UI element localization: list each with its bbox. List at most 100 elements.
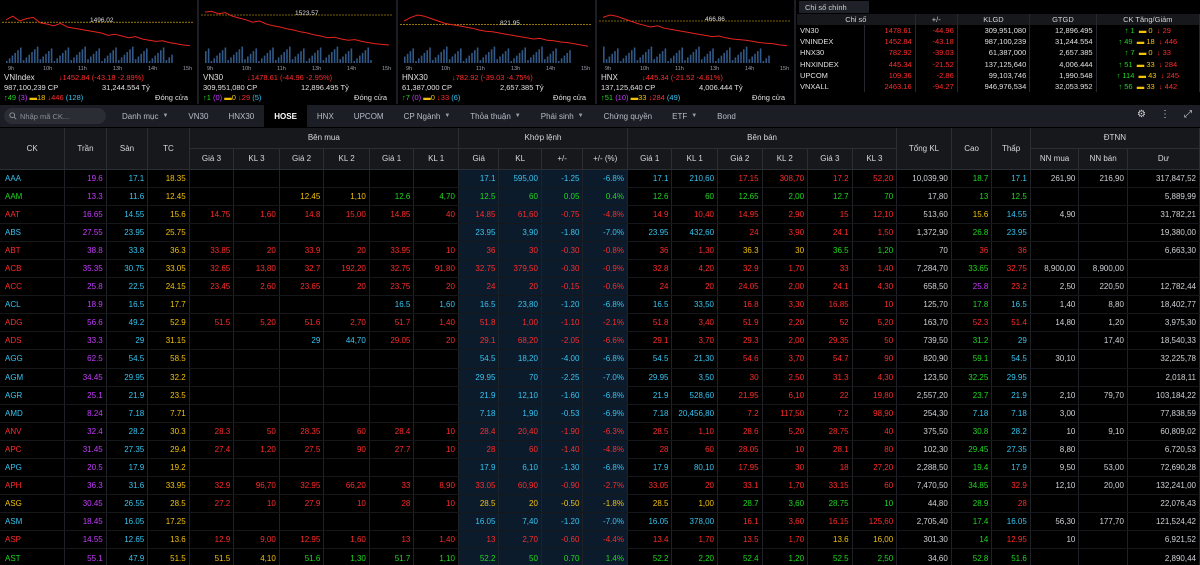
col-total-volume[interactable]: Tổng KL [896, 128, 952, 170]
table-row[interactable]: APC 31.45 27.35 29.4 27.4 1,20 27.5 90 27.7 10 28 6… [0, 440, 1200, 460]
table-row[interactable]: ASP 14.55 12.65 13.6 12.9 9,00 12.95 1,60 13 1,40… [0, 530, 1200, 550]
table-row[interactable]: ASG 30.45 26.55 28.5 27.2 10 27.9 10 28 10 28.5 20-… [0, 494, 1200, 514]
tab-bond[interactable]: Bond [707, 105, 746, 127]
tab-upcom[interactable]: UPCOM [344, 105, 394, 127]
stock-symbol[interactable]: APC [0, 440, 66, 460]
stock-symbol[interactable]: APH [0, 476, 66, 496]
sub-col-header[interactable]: Giá 3 [807, 148, 853, 170]
table-row[interactable]: ANV 32.4 28.2 30.3 28.3 50 28.35 60 28.4 10 28.4 20… [0, 422, 1200, 441]
more-options-icon[interactable]: ⋮ [1160, 109, 1170, 120]
tab-thỏa-thuận[interactable]: Thỏa thuận ▼ [460, 105, 530, 127]
sub-col-header[interactable]: NN mua [1030, 148, 1080, 170]
tab-hnx[interactable]: HNX [307, 105, 344, 127]
stock-symbol[interactable]: ASM [0, 512, 66, 532]
col-low[interactable]: Thấp [991, 128, 1031, 170]
table-row[interactable]: ASM 18.45 16.05 17.25 16.05 7,40 -1.20 -7.0% 16.… [0, 512, 1200, 532]
table-row[interactable]: AMD 8.24 7.18 7.71 7.18 1,90 -0.53 -6.9% 7.18 20,… [0, 404, 1200, 423]
index-row[interactable]: HNXINDEX 445.34 -21.52 137,125,640 4,006.444… [797, 58, 1200, 70]
stock-symbol[interactable]: ADS [0, 331, 66, 351]
index-chart-card[interactable]: 9h 10h 11h 13h 14h 15h 821.95 HNX30 ↓782.92 (-3… [398, 0, 597, 104]
stock-symbol[interactable]: AGG [0, 349, 66, 369]
sub-col-header[interactable]: +/- [541, 148, 584, 170]
table-row[interactable]: ABS 27.55 23.95 25.75 23.95 3,90 -1.80 -7.0% 23.… [0, 223, 1200, 242]
sub-col-header[interactable]: KL 1 [413, 148, 459, 170]
sub-col-header[interactable]: Giá 3 [189, 148, 235, 170]
table-row[interactable]: APG 20.5 17.9 19.2 17.9 6,10 -1.30 -6.8% 17.9 80,… [0, 458, 1200, 478]
stock-symbol[interactable]: ABT [0, 241, 66, 260]
sub-col-header[interactable]: +/- (%) [582, 148, 628, 170]
table-row[interactable]: ACB 35.35 30.75 33.05 32.65 13,80 32.7 192,20 32… [0, 259, 1200, 279]
tab-chứng-quyền[interactable]: Chứng quyền [594, 105, 663, 127]
table-row[interactable]: AAM 13.3 11.6 12.45 12.45 1,10 12.6 4,70 12.5 60 0… [0, 187, 1200, 206]
sub-col-header[interactable]: KL 1 [671, 148, 719, 170]
table-row[interactable]: AAA 19.6 17.1 18.35 17.1 595,00 -1.25 -6.8% 17.1… [0, 169, 1200, 188]
stock-symbol[interactable]: ASG [0, 494, 66, 514]
sub-col-header[interactable]: KL 2 [323, 148, 370, 170]
index-row[interactable]: VN30 1478.61 -44.96 309,951,080 12,896.495 ↑ … [797, 25, 1200, 37]
index-chart-card[interactable]: 9h 10h 11h 13h 14h 15h 1523.57 VN30 ↓1478.61 (-… [199, 0, 398, 104]
table-row[interactable]: AGR 25.1 21.9 23.5 21.9 12,10 -1.60 -6.8% 21.9 52… [0, 386, 1200, 405]
sub-col-header[interactable]: Giá 2 [279, 148, 325, 170]
stock-symbol[interactable]: AAM [0, 187, 66, 206]
index-row[interactable]: VNXALL 2463.16 -94.27 946,976,534 32,053.952… [797, 80, 1200, 93]
settings-icon[interactable]: ⚙ [1137, 109, 1146, 120]
sub-col-header[interactable]: Giá 1 [369, 148, 415, 170]
col-high[interactable]: Cao [951, 128, 993, 170]
sub-col-header[interactable]: Giá 2 [717, 148, 763, 170]
sub-col-header[interactable]: Dư [1127, 148, 1200, 170]
stock-symbol[interactable]: ASP [0, 530, 66, 550]
sub-col-header[interactable]: Giá 1 [627, 148, 673, 170]
stock-symbol[interactable]: ACC [0, 277, 66, 297]
sub-col-header[interactable]: KL 2 [762, 148, 809, 170]
col-ck[interactable]: CK [0, 128, 66, 170]
board-cell: 3,70 [762, 349, 809, 369]
table-row[interactable]: AST 55.1 47.9 51.5 51.5 4,10 51.6 1,30 51.7 1,10 5… [0, 548, 1200, 565]
stock-symbol[interactable]: ACB [0, 259, 66, 279]
col-ceiling[interactable]: Trần [64, 128, 107, 170]
table-row[interactable]: ADG 56.6 49.2 52.9 51.5 5,20 51.6 2,70 51.7 1,40 5… [0, 313, 1200, 333]
stock-search-input[interactable]: Nhập mã CK... [4, 108, 106, 124]
table-row[interactable]: APH 36.3 31.6 33.95 32.9 96,70 32.95 66,20 33 8,9… [0, 476, 1200, 496]
stock-symbol[interactable]: AAA [0, 169, 66, 188]
col-floor[interactable]: Sàn [106, 128, 149, 170]
stock-symbol[interactable]: ADG [0, 313, 66, 333]
stock-symbol[interactable]: ABS [0, 223, 66, 242]
table-row[interactable]: AGG 62.5 54.5 58.5 54.5 18,20 -4.00 -6.8% 54.5 21… [0, 349, 1200, 369]
table-row[interactable]: ADS 33.3 29 31.15 29 44,70 29.05 20 29.1 68,20 -2.… [0, 331, 1200, 351]
stock-symbol[interactable]: AGM [0, 368, 66, 387]
table-row[interactable]: ACC 25.8 22.5 24.15 23.45 2,60 23.65 20 23.75 20 2… [0, 277, 1200, 297]
tab-phái-sinh[interactable]: Phái sinh ▼ [531, 105, 594, 127]
index-row[interactable]: UPCOM 109.36 -2.86 99,103,746 1,990.548 ↑ 114… [797, 69, 1200, 81]
expand-icon[interactable]: ⤢ [1184, 109, 1192, 120]
sub-col-header[interactable]: KL [498, 148, 542, 170]
stock-symbol[interactable]: APG [0, 458, 66, 478]
tab-danh-mục[interactable]: Danh mục ▼ [112, 105, 178, 127]
sub-col-header[interactable]: KL 3 [852, 148, 898, 170]
stock-symbol[interactable]: ANV [0, 422, 66, 441]
table-row[interactable]: AGM 34.45 29.95 32.2 29.95 70 -2.25 -7.0% 29.95 3… [0, 368, 1200, 387]
board-cell: 59.1 [951, 349, 993, 369]
table-row[interactable]: ABT 38.8 33.8 36.3 33.85 20 33.9 20 33.95 10 36 30-… [0, 241, 1200, 260]
col-reference[interactable]: TC [147, 128, 190, 170]
index-panel-tab[interactable]: Chỉ số chính [799, 1, 869, 13]
tab-vn30[interactable]: VN30 [178, 105, 218, 127]
stock-symbol[interactable]: AMD [0, 404, 66, 423]
index-row[interactable]: VNINDEX 1452.84 -43.18 987,100,239 31,244.55… [797, 36, 1200, 48]
board-cell: 20 [671, 277, 719, 297]
table-row[interactable]: ACL 18.9 16.5 17.7 16.5 1,60 16.5 23,80 -1.20 -6.… [0, 295, 1200, 315]
stock-symbol[interactable]: AAT [0, 205, 66, 224]
sub-col-header[interactable]: Giá [458, 148, 500, 170]
sub-col-header[interactable]: KL 3 [233, 148, 280, 170]
index-row[interactable]: HNX30 782.92 -39.03 61,387,000 2,657.385 ↑ 7 … [797, 47, 1200, 59]
stock-symbol[interactable]: AGR [0, 386, 66, 405]
tab-etf[interactable]: ETF ▼ [662, 105, 707, 127]
index-chart-card[interactable]: 9h 10h 11h 13h 14h 15h 1496.02 VNIndex ↓1452.84… [0, 0, 199, 104]
tab-hose[interactable]: HOSE [264, 105, 307, 127]
index-chart-card[interactable]: 9h 10h 11h 13h 14h 15h 466.86 HNX ↓445.34 (-21.… [597, 0, 796, 104]
tab-cp-ngành[interactable]: CP Ngành ▼ [394, 105, 461, 127]
sub-col-header[interactable]: NN bán [1078, 148, 1128, 170]
table-row[interactable]: AAT 16.65 14.55 15.6 14.75 1,60 14.8 15,00 14.85… [0, 205, 1200, 224]
tab-hnx30[interactable]: HNX30 [218, 105, 264, 127]
stock-symbol[interactable]: AST [0, 548, 66, 565]
stock-symbol[interactable]: ACL [0, 295, 66, 315]
